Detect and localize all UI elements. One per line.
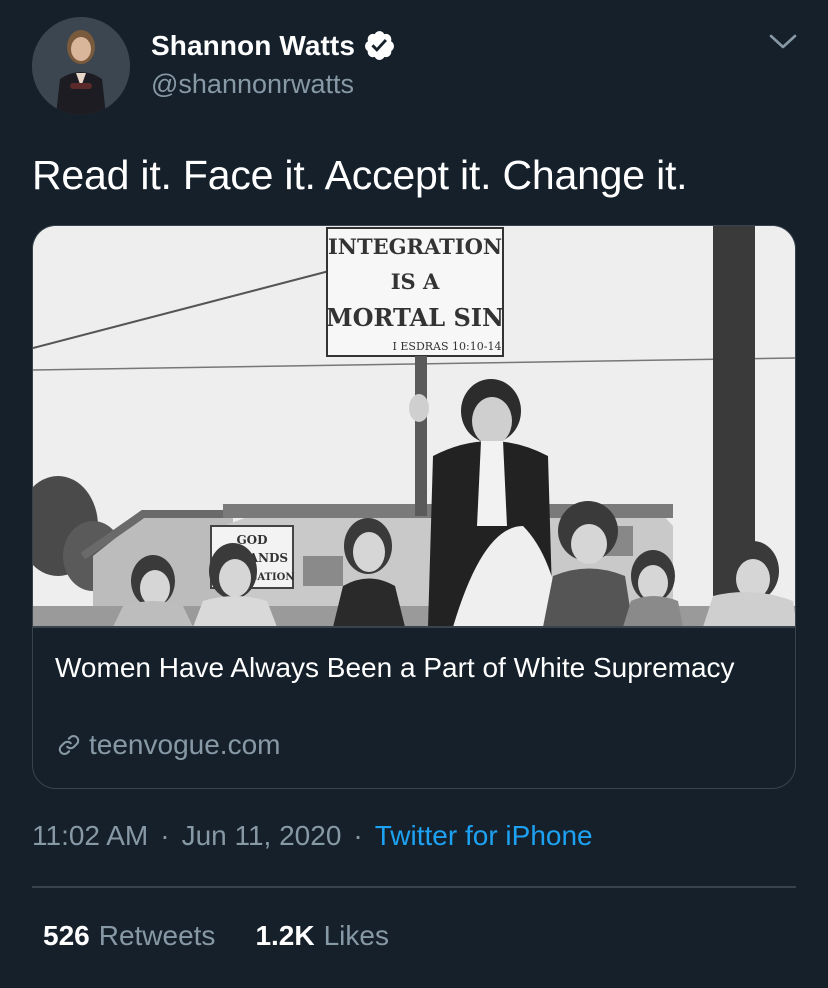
verified-badge-icon bbox=[365, 31, 394, 60]
card-domain: teenvogue.com bbox=[89, 729, 281, 760]
tweet-text: Read it. Face it. Accept it. Change it. bbox=[32, 152, 688, 198]
meta-separator: · bbox=[160, 820, 170, 851]
retweets-label: Retweets bbox=[98, 920, 216, 951]
card-title[interactable]: Women Have Always Been a Part of White S… bbox=[55, 649, 755, 687]
tweet-header: Shannon Watts @shannonrwatts bbox=[32, 17, 798, 117]
card-image[interactable]: INTEGRATION IS A MORTAL SIN I ESDRAS 10:… bbox=[33, 226, 796, 627]
author-name-row: Shannon Watts bbox=[151, 29, 396, 62]
tweet-meta: 11:02 AM · Jun 11, 2020 · Twitter for iP… bbox=[32, 820, 593, 852]
link-card[interactable]: INTEGRATION IS A MORTAL SIN I ESDRAS 10:… bbox=[32, 225, 796, 789]
card-domain-row: teenvogue.com bbox=[55, 729, 280, 761]
retweets-stat[interactable]: 526 Retweets bbox=[43, 920, 215, 952]
author-display-name[interactable]: Shannon Watts bbox=[151, 30, 355, 62]
sign-line-2: IS A bbox=[391, 269, 440, 294]
retweets-count: 526 bbox=[43, 920, 90, 951]
tweet-date: Jun 11, 2020 bbox=[181, 820, 342, 851]
tweet-stats: 526 Retweets 1.2K Likes bbox=[43, 920, 429, 952]
sign-line-4: I ESDRAS 10:10-14 bbox=[393, 340, 502, 353]
tweet-detail: Shannon Watts @shannonrwatts Read it. Fa… bbox=[0, 0, 828, 988]
author-handle[interactable]: @shannonrwatts bbox=[151, 69, 354, 100]
likes-label: Likes bbox=[323, 920, 389, 951]
chevron-down-icon[interactable] bbox=[768, 31, 798, 53]
sign-line-1: INTEGRATION bbox=[328, 234, 502, 259]
tweet-source-link[interactable]: Twitter for iPhone bbox=[375, 820, 593, 852]
avatar[interactable] bbox=[32, 17, 130, 115]
avatar-photo-icon bbox=[32, 17, 130, 115]
tweet-time: 11:02 AM bbox=[32, 820, 149, 851]
likes-stat[interactable]: 1.2K Likes bbox=[255, 920, 389, 952]
meta-separator: · bbox=[353, 820, 363, 851]
card-divider bbox=[33, 626, 795, 628]
sign-line-3: MORTAL SIN bbox=[326, 303, 504, 332]
stats-divider bbox=[32, 886, 796, 888]
likes-count: 1.2K bbox=[255, 920, 315, 951]
link-icon bbox=[58, 734, 80, 756]
